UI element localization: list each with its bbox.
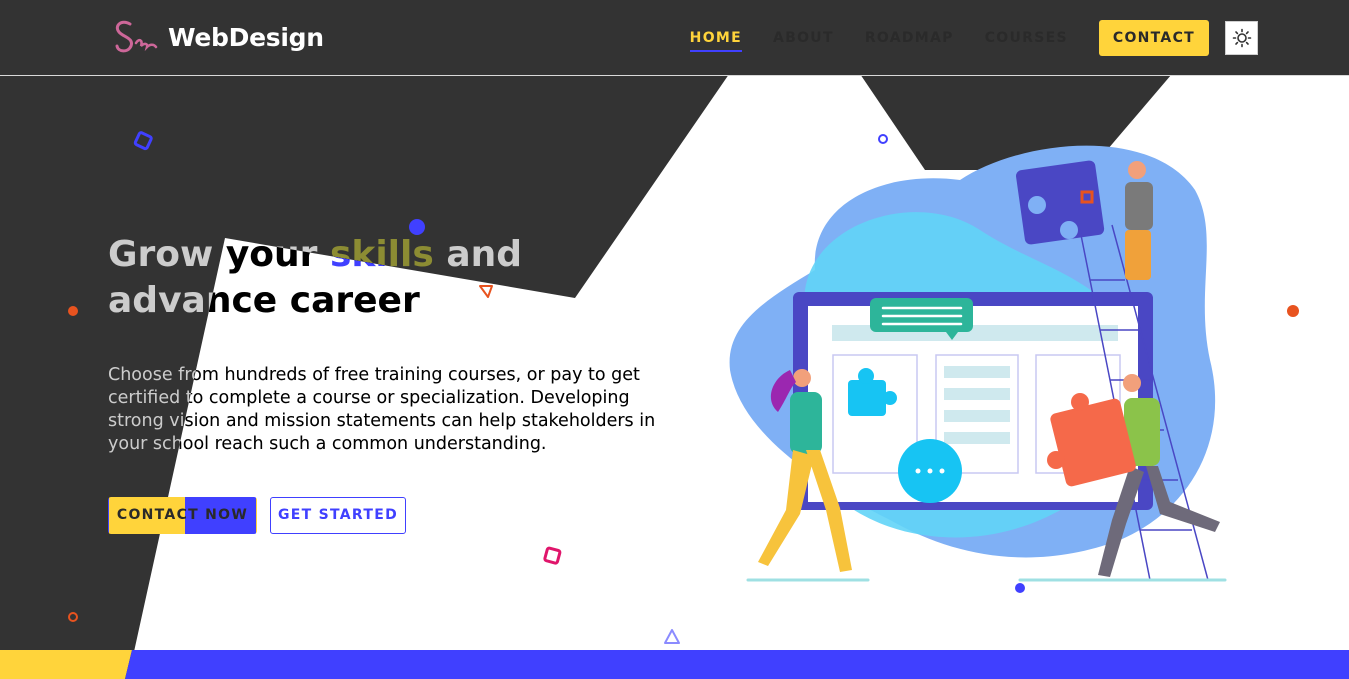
nav-courses-label: COURSES <box>984 30 1068 46</box>
deco-dot-orange-left <box>68 306 78 316</box>
dark-shape-left <box>0 0 780 679</box>
nav-home[interactable]: HOME <box>689 25 742 52</box>
nav-roadmap[interactable]: ROADMAP <box>865 25 954 51</box>
main-nav: HOME ABOUT ROADMAP COURSES CONTACT <box>689 20 1258 56</box>
brand-logo[interactable]: WebDesign <box>112 16 324 58</box>
nav-about-label: ABOUT <box>773 30 834 46</box>
deco-square-pink <box>543 546 562 565</box>
hero-title-before: Grow your <box>108 234 330 275</box>
hero-description: Choose from hundreds of free training co… <box>108 365 656 454</box>
deco-triangle-purple <box>664 629 680 644</box>
contact-now-button[interactable]: CONTACT NOW <box>108 497 257 534</box>
nav-roadmap-label: ROADMAP <box>864 30 954 46</box>
site-header: WebDesign HOME ABOUT ROADMAP COURSES CON… <box>0 0 1349 76</box>
sass-logo-icon <box>115 20 158 53</box>
nav-about[interactable]: ABOUT <box>773 25 834 51</box>
active-underline <box>689 50 742 52</box>
hero-title: Grow your skills and advance career <box>108 232 688 324</box>
theme-toggle-button[interactable] <box>1225 21 1258 55</box>
brand-name: WebDesign <box>168 22 324 52</box>
get-started-button[interactable]: GET STARTED <box>270 497 406 534</box>
contact-button[interactable]: CONTACT <box>1098 20 1209 56</box>
deco-dot-orange-right <box>1287 305 1299 317</box>
chat-bubble-icon <box>898 439 962 503</box>
nav-home-label: HOME <box>689 30 742 46</box>
footer-strip-blue <box>125 650 1349 679</box>
hero-illustration <box>729 145 1227 582</box>
sun-icon <box>1232 28 1251 48</box>
nav-courses[interactable]: COURSES <box>985 25 1068 51</box>
hero-title-highlight: skills <box>329 234 434 275</box>
footer-strip-yellow <box>0 650 132 679</box>
